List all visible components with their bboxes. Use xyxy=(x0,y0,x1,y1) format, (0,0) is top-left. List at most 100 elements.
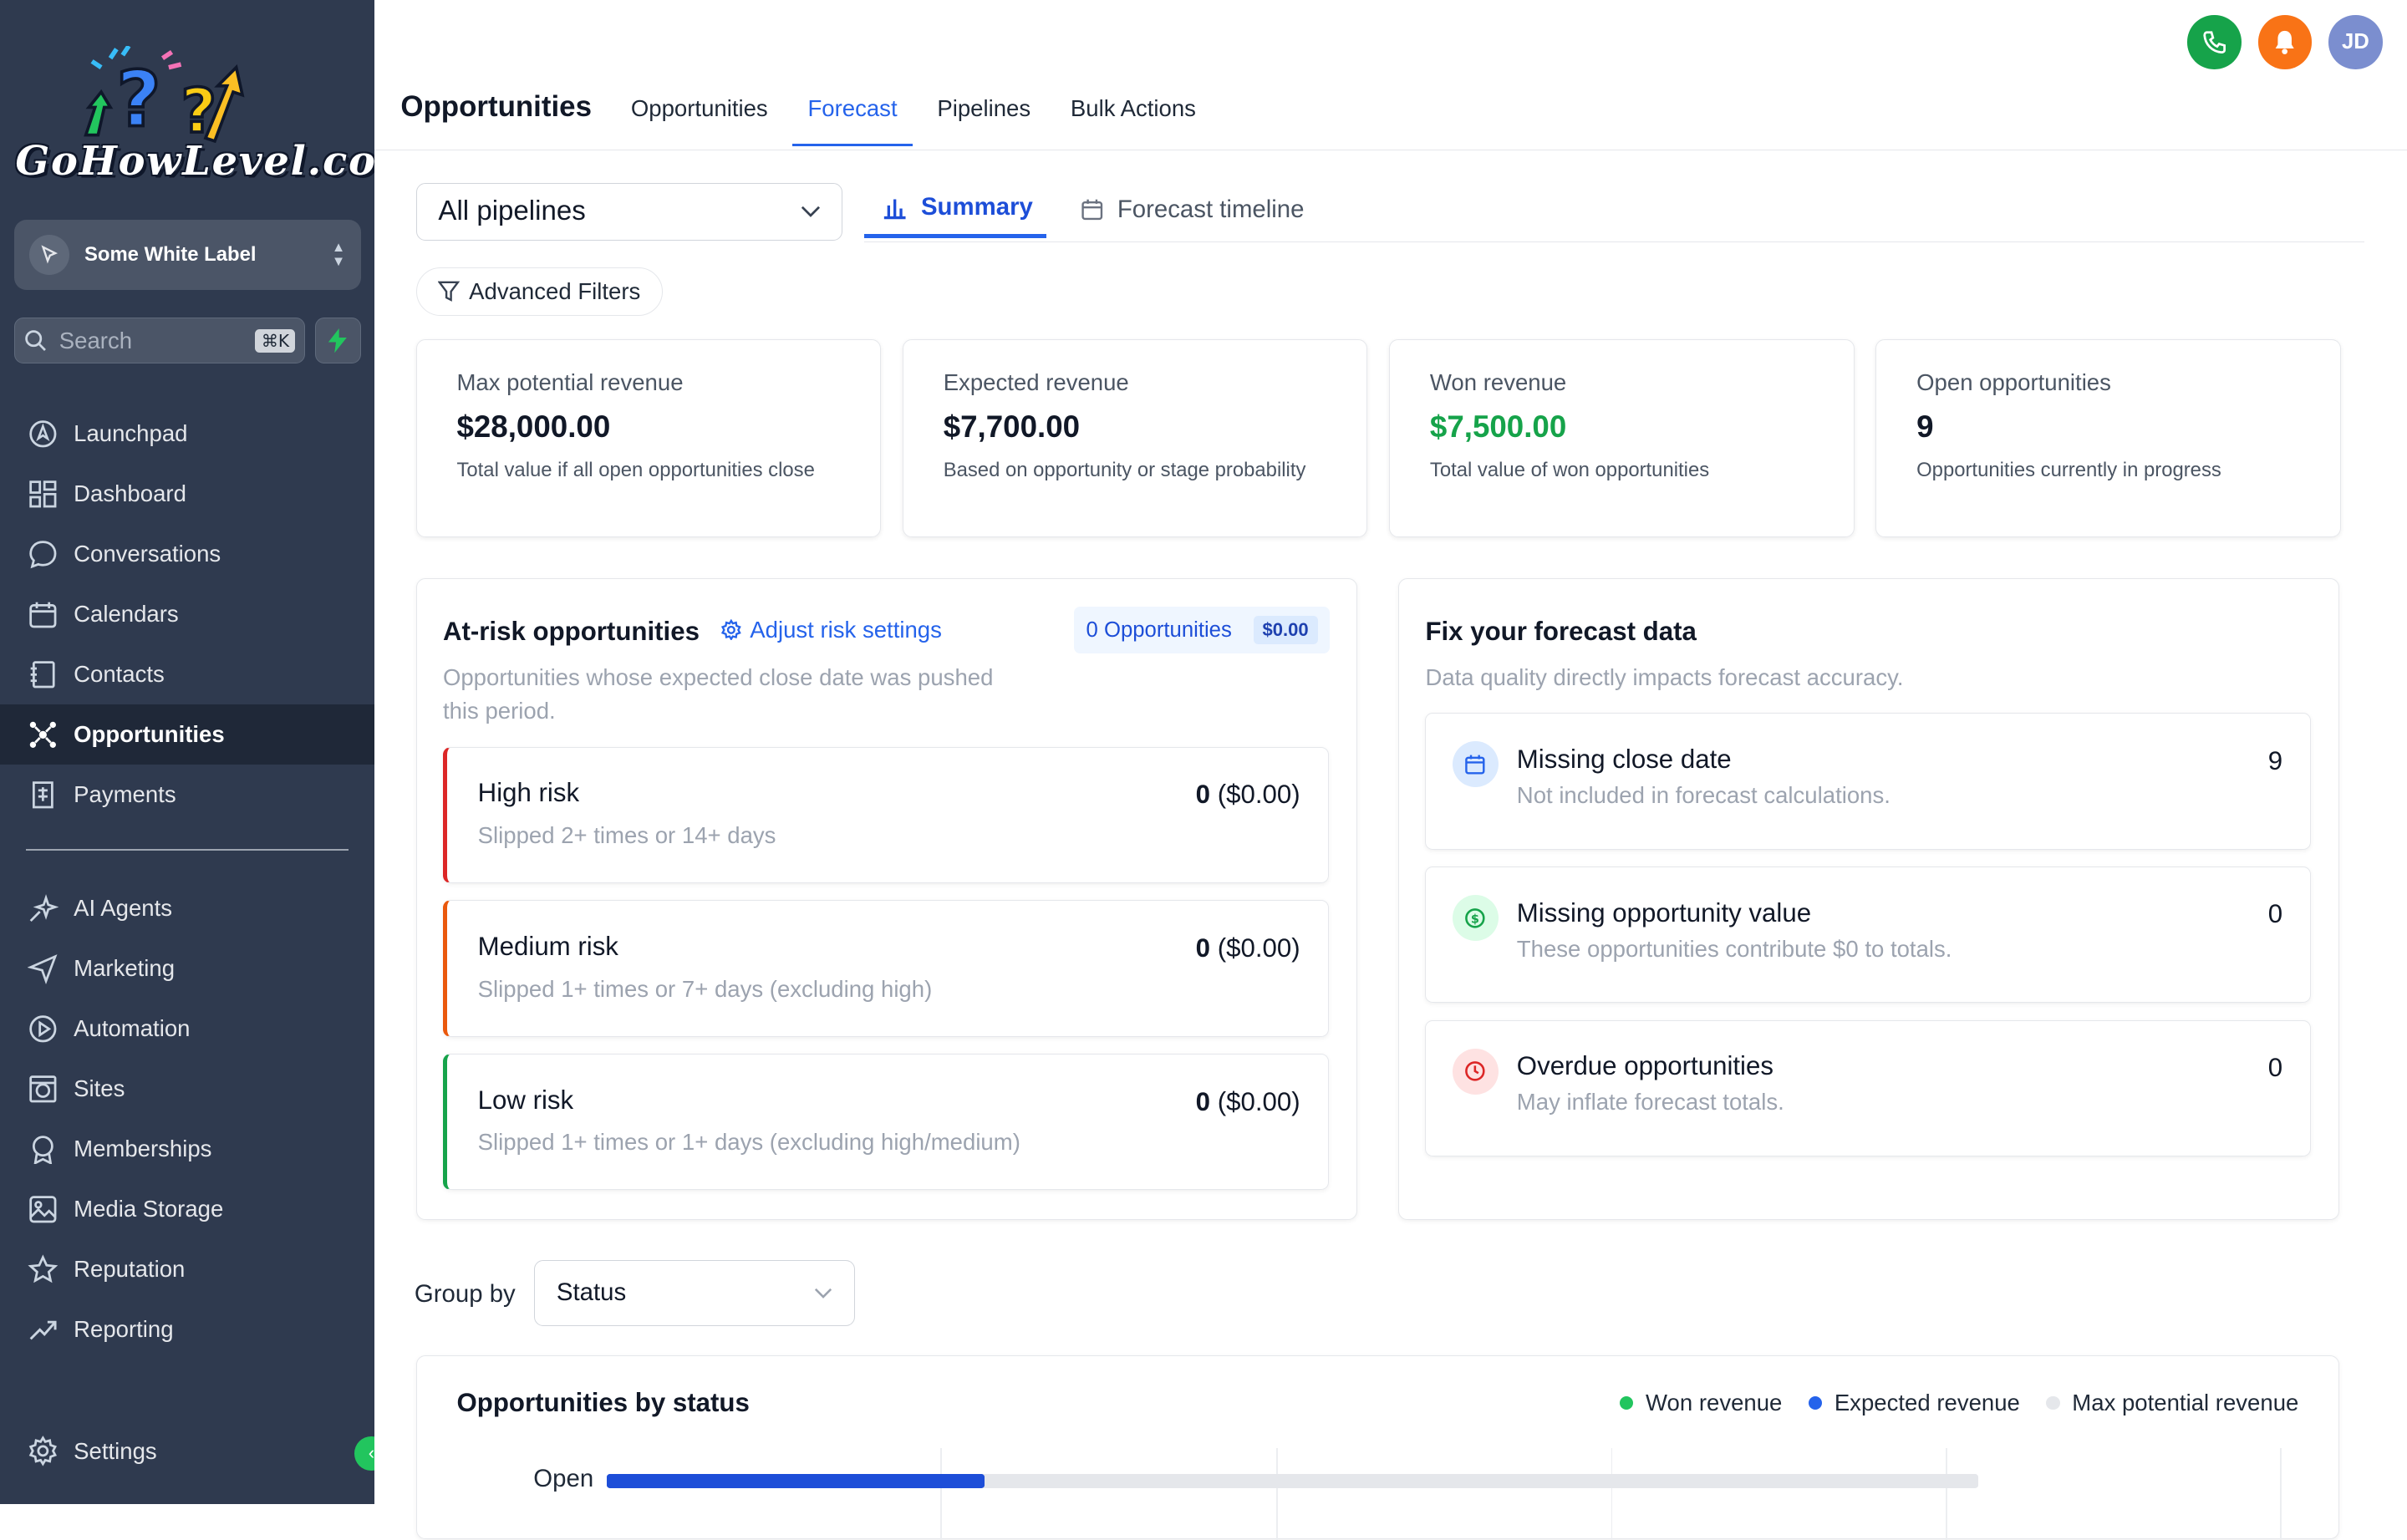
sidebar-item-label: Calendars xyxy=(74,600,179,627)
risk-title: High risk xyxy=(477,778,580,808)
page-title: Opportunities xyxy=(400,90,592,124)
chart-gridline xyxy=(1611,1447,1613,1540)
search-input[interactable] xyxy=(56,325,226,356)
fix-row-missing-value[interactable]: $ Missing opportunity value These opport… xyxy=(1425,866,2312,1004)
sidebar-item-label: Launchpad xyxy=(74,420,188,447)
sidebar-item-label: Settings xyxy=(74,1437,157,1464)
sidebar-item-reputation[interactable]: Reputation xyxy=(0,1239,374,1299)
at-risk-title: At-risk opportunities xyxy=(442,616,700,646)
sidebar-item-contacts[interactable]: Contacts xyxy=(0,644,374,704)
chevron-left-icon: ‹ xyxy=(368,1442,375,1464)
bar-category-label: Open xyxy=(533,1465,594,1493)
stat-card-won: Won revenue $7,500.00 Total value of won… xyxy=(1389,338,1855,537)
pipeline-select[interactable]: All pipelines xyxy=(415,182,843,241)
filter-icon xyxy=(438,281,461,302)
stat-cards: Max potential revenue $28,000.00 Total v… xyxy=(415,338,2341,537)
tab-forecast-timeline-label: Forecast timeline xyxy=(1117,195,1305,223)
avatar[interactable]: JD xyxy=(2328,15,2383,69)
sidebar-item-reporting[interactable]: Reporting xyxy=(0,1299,374,1360)
risk-row-medium[interactable]: Medium risk Slipped 1+ times or 7+ days … xyxy=(442,900,1329,1037)
bar-expected[interactable] xyxy=(607,1474,985,1488)
fix-count: 9 xyxy=(2267,745,2283,775)
automation-icon xyxy=(29,1015,57,1043)
search-box[interactable]: ⌘K xyxy=(13,318,306,364)
chart-gridline xyxy=(1276,1447,1279,1540)
sidebar-item-dashboard[interactable]: Dashboard xyxy=(0,464,374,524)
legend-item-expected[interactable]: Expected revenue xyxy=(1808,1390,2020,1416)
risk-row-low[interactable]: Low risk Slipped 1+ times or 1+ days (ex… xyxy=(442,1053,1329,1191)
sidebar-item-label: Reporting xyxy=(74,1316,174,1343)
tab-summary[interactable]: Summary xyxy=(864,181,1047,238)
fix-row-overdue[interactable]: Overdue opportunities May inflate foreca… xyxy=(1425,1019,2312,1156)
sidebar-item-media-storage[interactable]: Media Storage xyxy=(0,1179,374,1239)
phone-button[interactable] xyxy=(2187,15,2242,69)
sidebar-item-launchpad[interactable]: Launchpad xyxy=(0,404,374,464)
stat-label: Max potential revenue xyxy=(456,368,684,395)
sidebar-item-calendars[interactable]: Calendars xyxy=(0,584,374,644)
tab-opportunities[interactable]: Opportunities xyxy=(616,77,784,146)
sidebar-item-label: Conversations xyxy=(74,541,221,567)
account-icon xyxy=(28,235,69,275)
brand-logo[interactable]: ? ? GoHowLevel.com xyxy=(13,46,419,185)
sidebar-item-ai-agents[interactable]: AI Agents xyxy=(0,878,374,938)
stat-desc: Opportunities currently in progress xyxy=(1916,458,2221,481)
stat-card-max-potential: Max potential revenue $28,000.00 Total v… xyxy=(415,338,882,537)
sidebar-item-conversations[interactable]: Conversations xyxy=(0,524,374,584)
sidebar-item-marketing[interactable]: Marketing xyxy=(0,938,374,999)
risk-value: 0 ($0.00) xyxy=(1196,780,1300,810)
sidebar-item-sites[interactable]: Sites xyxy=(0,1059,374,1119)
legend-item-won[interactable]: Won revenue xyxy=(1619,1390,1782,1416)
adjust-risk-settings-link[interactable]: Adjust risk settings xyxy=(720,617,942,643)
sidebar-nav: Launchpad Dashboard Conversations Calend… xyxy=(0,404,375,1360)
sidebar-item-payments[interactable]: Payments xyxy=(0,765,374,825)
fix-count: 0 xyxy=(2267,899,2283,929)
account-switcher[interactable]: Some White Label ▲ ▼ xyxy=(13,219,361,291)
stat-label: Expected revenue xyxy=(943,368,1129,395)
risk-count: 0 xyxy=(1195,933,1211,963)
sidebar-item-label: Memberships xyxy=(74,1136,212,1162)
pipeline-select-value: All pipelines xyxy=(438,196,586,227)
risk-sub: Slipped 1+ times or 1+ days (excluding h… xyxy=(477,1129,1020,1156)
star-icon xyxy=(28,1254,59,1283)
trend-icon xyxy=(29,1320,57,1340)
risk-row-high[interactable]: High risk Slipped 2+ times or 14+ days 0… xyxy=(442,746,1329,884)
chart-legend: Won revenue Expected revenue Max potenti… xyxy=(1619,1390,2298,1416)
sidebar-item-label: Contacts xyxy=(74,660,165,687)
sidebar-item-settings[interactable]: Settings xyxy=(0,1421,374,1482)
stat-value: $7,700.00 xyxy=(943,409,1081,445)
search-icon xyxy=(24,330,46,351)
notifications-button[interactable] xyxy=(2257,15,2313,69)
opportunities-icon xyxy=(29,721,57,748)
legend-item-max-potential[interactable]: Max potential revenue xyxy=(2046,1390,2298,1416)
account-name: Some White Label xyxy=(84,242,257,266)
at-risk-amount: $0.00 xyxy=(1253,616,1318,644)
at-risk-desc: Opportunities whose expected close date … xyxy=(442,663,994,724)
sidebar-item-label: Media Storage xyxy=(74,1196,224,1222)
tab-forecast-timeline[interactable]: Forecast timeline xyxy=(1062,181,1318,238)
fix-row-missing-close-date[interactable]: Missing close date Not included in forec… xyxy=(1425,713,2312,850)
tab-bulk-actions[interactable]: Bulk Actions xyxy=(1056,77,1212,146)
group-by-select[interactable]: Status xyxy=(534,1259,856,1326)
header-actions: JD xyxy=(2187,15,2383,69)
bell-icon xyxy=(2275,30,2294,54)
at-risk-count-badge: 0 Opportunities $0.00 xyxy=(1073,607,1331,653)
receipt-icon xyxy=(33,780,53,809)
sidebar: ? ? GoHowLevel.com Some White Label ▲▼ ⌘… xyxy=(0,0,419,1504)
risk-amount: ($0.00) xyxy=(1217,933,1300,963)
sidebar-item-memberships[interactable]: Memberships xyxy=(0,1119,374,1179)
image-icon xyxy=(29,1196,57,1223)
sidebar-item-opportunities[interactable]: Opportunities xyxy=(0,704,375,765)
contacts-icon xyxy=(30,660,55,689)
settings-row[interactable]: Settings xyxy=(0,1421,374,1482)
quick-actions-button[interactable] xyxy=(314,318,361,364)
advanced-filters-button[interactable]: Advanced Filters xyxy=(415,267,664,317)
tab-forecast[interactable]: Forecast xyxy=(792,77,913,146)
top-header: Opportunities Opportunities Forecast Pip… xyxy=(374,0,2407,150)
stat-value: $7,500.00 xyxy=(1429,409,1567,445)
chat-icon xyxy=(29,540,57,568)
tab-pipelines[interactable]: Pipelines xyxy=(922,77,1046,146)
legend-label: Max potential revenue xyxy=(2072,1390,2299,1416)
legend-dot xyxy=(1619,1395,1634,1410)
risk-count: 0 xyxy=(1195,780,1211,810)
sidebar-item-automation[interactable]: Automation xyxy=(0,999,374,1059)
